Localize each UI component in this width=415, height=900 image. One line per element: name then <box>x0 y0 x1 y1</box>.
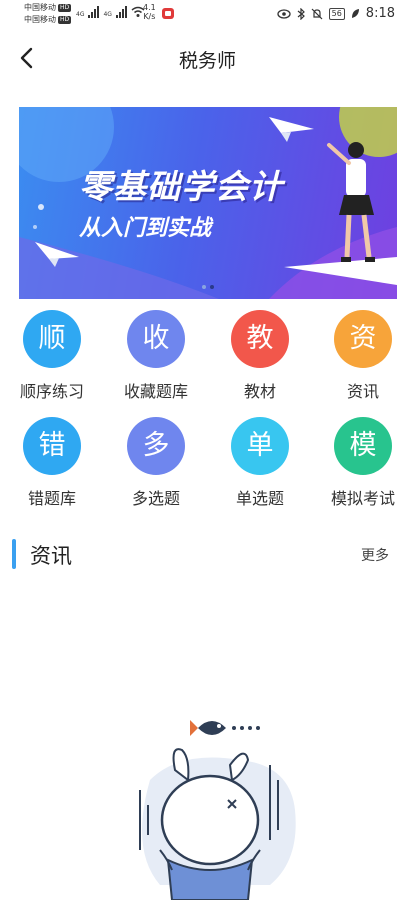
menu-label: 模拟考试 <box>330 489 395 508</box>
battery-icon: 56 <box>328 7 345 20</box>
menu-label: 教材 <box>243 382 276 401</box>
practice-icon: 顺 <box>23 310 81 368</box>
menu-item-news[interactable]: 资 资讯 <box>313 310 413 402</box>
news-icon: 资 <box>334 310 392 368</box>
menu-label: 单选题 <box>235 489 284 508</box>
menu-item-single-choice[interactable]: 单 单选题 <box>210 417 310 509</box>
app-header: 税务师 <box>0 30 415 88</box>
menu-label: 资讯 <box>346 382 379 401</box>
banner-title: 零基础学会计 <box>79 167 283 206</box>
favorites-icon: 收 <box>127 310 185 368</box>
menu-item-wrong-questions[interactable]: 错 错题库 <box>2 417 102 509</box>
notification-app-icon <box>162 8 174 19</box>
multiple-choice-icon: 多 <box>127 417 185 475</box>
menu-item-mock-exam[interactable]: 模 模拟考试 <box>313 417 413 509</box>
status-bar: 中国移动 HD 中国移动 HD 4G 4G 4.1 K/s 56 8:18 <box>0 0 415 30</box>
bluetooth-icon <box>297 7 305 20</box>
carousel-dot-active[interactable] <box>210 285 214 289</box>
section-title: 资讯 <box>30 544 72 568</box>
empty-state-illustration <box>139 720 296 900</box>
textbook-icon: 教 <box>231 310 289 368</box>
more-link[interactable]: 更多 <box>361 545 389 565</box>
clock: 8:18 <box>365 6 395 21</box>
menu-label: 收藏题库 <box>123 382 188 401</box>
carrier-2: 中国移动 HD <box>24 15 72 24</box>
fish-icon <box>190 720 260 736</box>
network-speed: 4.1 K/s <box>143 3 156 21</box>
news-section-header: 资讯 更多 <box>0 536 415 576</box>
menu-item-favorites[interactable]: 收 收藏题库 <box>106 310 206 402</box>
menu-label: 错题库 <box>27 489 76 508</box>
single-choice-icon: 单 <box>231 417 289 475</box>
mock-exam-icon: 模 <box>334 417 392 475</box>
menu-item-sequential-practice[interactable]: 顺 顺序练习 <box>2 310 102 402</box>
promo-banner[interactable]: 零基础学会计 从入门到实战 <box>19 107 397 299</box>
section-accent-bar <box>12 539 16 569</box>
page-title: 税务师 <box>178 50 236 72</box>
menu-label: 多选题 <box>131 489 180 508</box>
signal-icon <box>115 6 127 18</box>
leaf-icon <box>351 9 359 18</box>
carrier-1: 中国移动 HD <box>24 3 72 12</box>
menu-item-textbook[interactable]: 教 教材 <box>210 310 310 402</box>
carousel-dots <box>19 285 397 289</box>
menu-item-multiple-choice[interactable]: 多 多选题 <box>106 417 206 509</box>
eye-icon <box>276 8 291 19</box>
mute-bell-icon <box>311 8 323 19</box>
menu-label: 顺序练习 <box>19 382 84 401</box>
wrong-questions-icon: 错 <box>23 417 81 475</box>
carousel-dot[interactable] <box>202 285 206 289</box>
banner-subtitle: 从入门到实战 <box>79 216 212 241</box>
signal-icon <box>88 6 100 18</box>
signal-icons: 4G 4G <box>76 6 145 18</box>
